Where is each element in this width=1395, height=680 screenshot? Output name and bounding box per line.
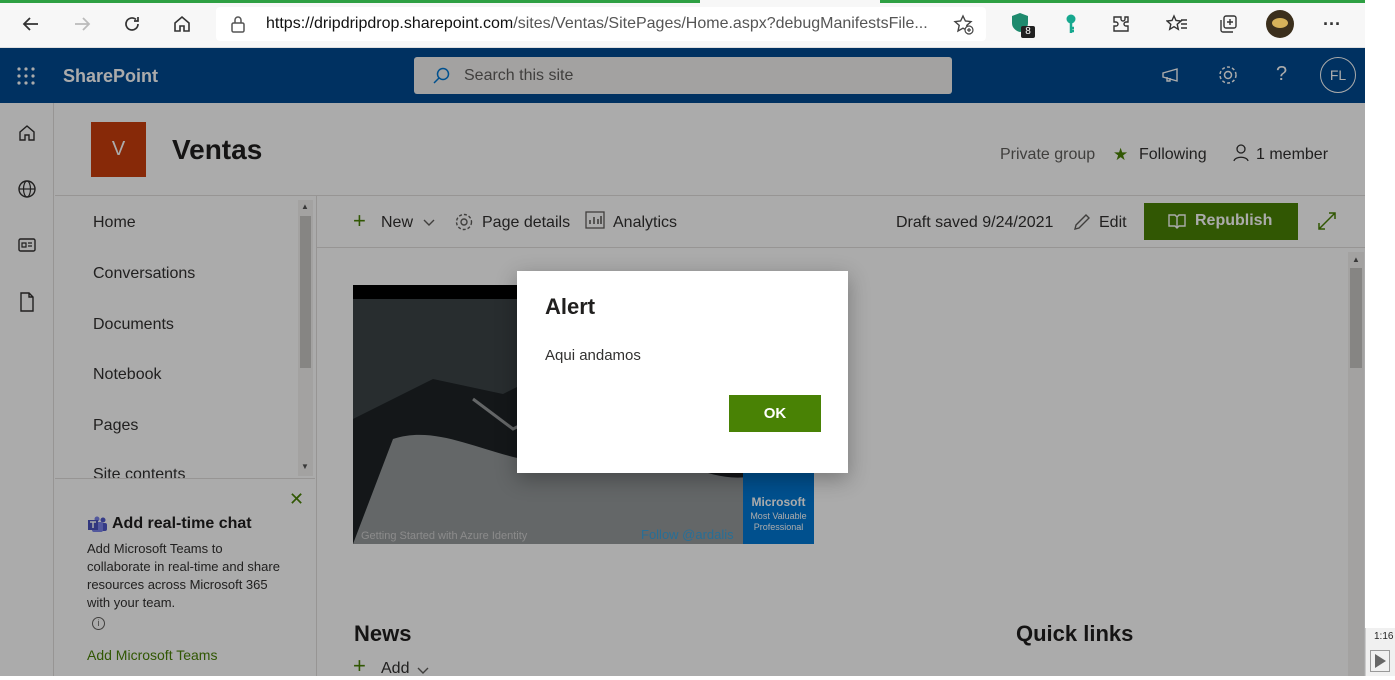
taskbar-clock-area: 1:16 xyxy=(1365,628,1395,676)
collections-icon[interactable] xyxy=(1214,10,1242,38)
tab-indicator-right xyxy=(880,0,1365,3)
taskbar-edge: 1:16 xyxy=(1365,0,1395,676)
extension-badge: 8 xyxy=(1021,26,1035,38)
extensions-icon[interactable] xyxy=(1107,10,1135,38)
dialog-message: Aqui andamos xyxy=(545,347,641,364)
lock-icon[interactable] xyxy=(230,15,246,38)
tab-indicator xyxy=(0,0,700,3)
shield-extension-icon[interactable]: 8 xyxy=(1007,10,1035,38)
address-bar[interactable]: https://dripdripdrop.sharepoint.com/site… xyxy=(216,7,986,41)
url-host: https://dripdripdrop.sharepoint.com xyxy=(266,15,514,32)
home-icon[interactable] xyxy=(168,10,196,38)
url-text: https://dripdripdrop.sharepoint.com/site… xyxy=(266,15,928,33)
alert-dialog: Alert Aqui andamos OK xyxy=(517,271,848,473)
browser-toolbar: https://dripdripdrop.sharepoint.com/site… xyxy=(0,0,1365,48)
refresh-icon[interactable] xyxy=(118,10,146,38)
dialog-title: Alert xyxy=(545,294,596,319)
profile-avatar[interactable] xyxy=(1266,10,1294,38)
taskbar-time: 1:16 xyxy=(1374,631,1394,642)
favorites-icon[interactable] xyxy=(1163,10,1191,38)
play-icon[interactable] xyxy=(1370,650,1390,672)
key-extension-icon[interactable] xyxy=(1057,10,1085,38)
forward-icon[interactable] xyxy=(68,10,96,38)
add-favorite-icon[interactable] xyxy=(953,14,975,41)
back-icon[interactable] xyxy=(17,10,45,38)
more-icon[interactable]: ··· xyxy=(1318,10,1346,38)
ok-button[interactable]: OK xyxy=(729,395,821,432)
url-path: /sites/Ventas/SitePages/Home.aspx?debugM… xyxy=(513,15,928,32)
